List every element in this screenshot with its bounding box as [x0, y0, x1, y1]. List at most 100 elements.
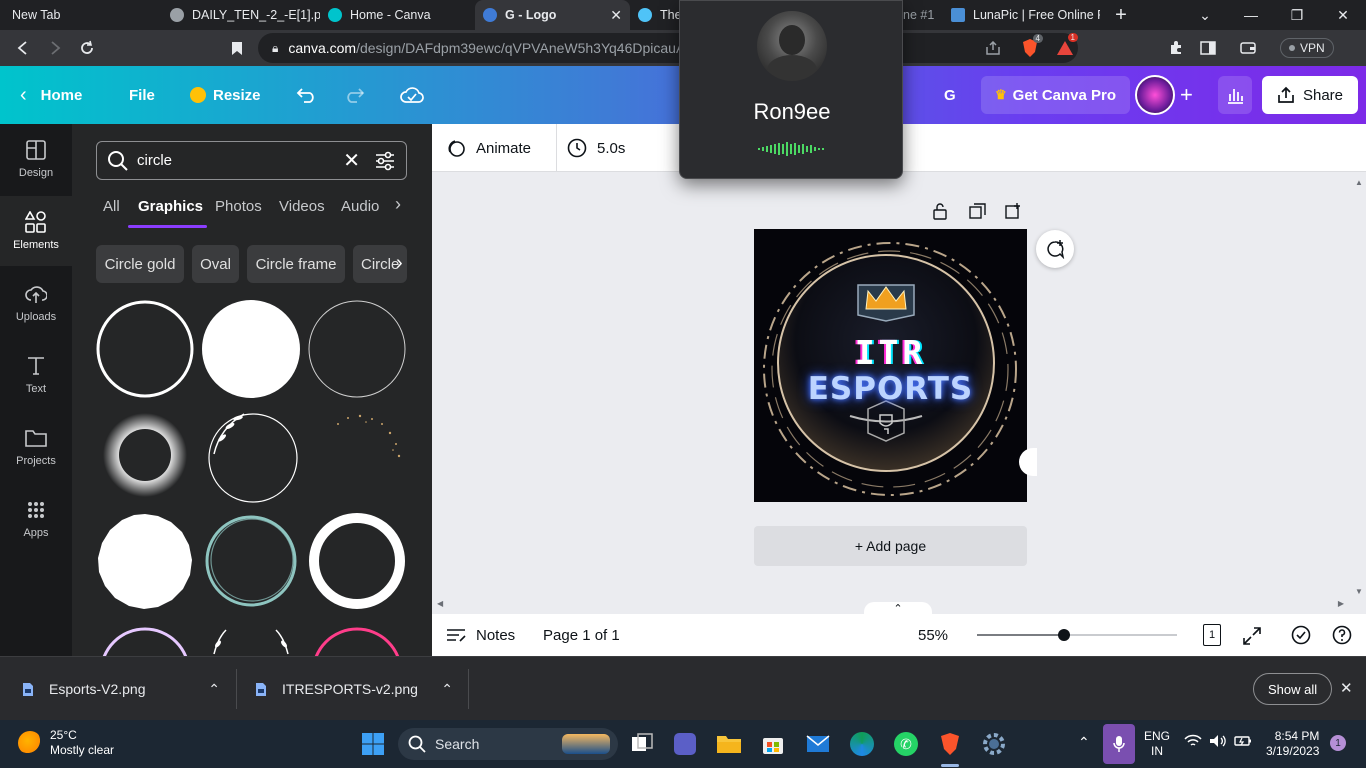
- file-menu[interactable]: File: [129, 66, 155, 124]
- lock-icon[interactable]: [932, 202, 948, 220]
- rail-item-design[interactable]: Design: [0, 124, 72, 194]
- share-button[interactable]: Share: [1262, 76, 1358, 114]
- taskbar-search[interactable]: Search: [398, 728, 618, 760]
- new-tab-button[interactable]: +: [1098, 0, 1144, 30]
- chip-circle-frame[interactable]: Circle frame: [247, 245, 345, 283]
- bookmark-icon[interactable]: [222, 30, 252, 66]
- voice-call-popup[interactable]: Ron9ee: [679, 0, 903, 179]
- vpn-button[interactable]: VPN: [1280, 38, 1334, 58]
- circle-neon-purple-graphic[interactable]: [96, 624, 194, 656]
- rail-item-text[interactable]: Text: [0, 340, 72, 410]
- edge-icon[interactable]: [846, 728, 878, 760]
- back-icon[interactable]: [8, 30, 38, 66]
- add-member-button[interactable]: +: [1180, 66, 1193, 124]
- rail-item-projects[interactable]: Projects: [0, 412, 72, 482]
- tab-lunapic[interactable]: LunaPic | Free Online P: [945, 0, 1100, 30]
- show-all-button[interactable]: Show all: [1253, 673, 1333, 705]
- duplicate-page-icon[interactable]: [969, 203, 986, 220]
- weather-widget[interactable]: 25°C Mostly clear: [18, 728, 114, 758]
- settings-gear-icon[interactable]: [978, 728, 1010, 760]
- reload-icon[interactable]: [72, 30, 102, 66]
- duration-button[interactable]: 5.0s: [567, 124, 625, 172]
- avatar[interactable]: [1135, 75, 1175, 115]
- rail-item-elements[interactable]: Elements: [0, 196, 72, 266]
- url-field[interactable]: 🔒︎ canva.com /design/DAFdpm39ewc/qVPVAne…: [258, 33, 1078, 63]
- battery-icon[interactable]: [1234, 734, 1252, 753]
- download-item[interactable]: Esports-V2.png ⌃: [22, 657, 232, 721]
- store-icon[interactable]: [757, 728, 789, 760]
- circle-teal-brush-graphic[interactable]: [202, 512, 300, 610]
- get-canva-pro-button[interactable]: ♛ Get Canva Pro: [981, 76, 1131, 114]
- home-button[interactable]: ‹ Home: [20, 66, 82, 124]
- zoom-slider[interactable]: [977, 629, 1177, 641]
- circle-sparkle-graphic[interactable]: [308, 406, 406, 504]
- insights-button[interactable]: [1218, 76, 1252, 114]
- tab-canva-home[interactable]: Home - Canva: [320, 0, 475, 30]
- chips-chevron-right-icon[interactable]: ›: [396, 252, 403, 275]
- teams-icon[interactable]: [669, 728, 701, 760]
- windows-start-icon[interactable]: [357, 728, 389, 760]
- check-circle-icon[interactable]: [1291, 625, 1311, 645]
- wallet-icon[interactable]: [1233, 30, 1263, 66]
- page-grid-button[interactable]: 1: [1203, 624, 1221, 646]
- brave-rewards-icon[interactable]: 1: [1050, 30, 1080, 66]
- share-page-icon[interactable]: [978, 30, 1008, 66]
- clear-search-icon[interactable]: ✕: [343, 148, 360, 173]
- animate-button[interactable]: Animate: [446, 124, 531, 172]
- whatsapp-icon[interactable]: ✆: [890, 728, 922, 760]
- brave-shields-icon[interactable]: 4: [1015, 30, 1045, 66]
- circle-neon-pink-graphic[interactable]: [308, 624, 406, 656]
- notification-badge[interactable]: 1: [1330, 735, 1346, 751]
- tab-audio[interactable]: Audio: [341, 198, 379, 215]
- circle-thick-ring-graphic[interactable]: [308, 512, 406, 610]
- cloud-save-button[interactable]: [400, 66, 424, 124]
- close-download-bar-icon[interactable]: ✕: [1340, 679, 1353, 697]
- circle-brush-filled-graphic[interactable]: [96, 512, 194, 610]
- volume-icon[interactable]: [1209, 734, 1227, 753]
- help-icon[interactable]: [1332, 625, 1352, 645]
- tab-new-tab[interactable]: New Tab: [0, 0, 160, 30]
- vertical-scrollbar[interactable]: ▲ ▼: [1352, 176, 1366, 596]
- brave-icon[interactable]: [934, 728, 966, 760]
- download-item[interactable]: ITRESPORTS-v2.png ⌃: [255, 657, 465, 721]
- circle-outline-graphic[interactable]: [96, 300, 194, 398]
- microphone-icon[interactable]: [1103, 724, 1135, 764]
- mail-icon[interactable]: [802, 728, 834, 760]
- undo-button[interactable]: [296, 66, 318, 124]
- tab-photos[interactable]: Photos: [215, 198, 262, 215]
- design-page[interactable]: ITR ESPORTS: [754, 229, 1027, 502]
- tab-graphics[interactable]: Graphics: [138, 198, 203, 215]
- language-indicator[interactable]: ENG IN: [1144, 729, 1170, 759]
- circle-laurel-graphic[interactable]: [202, 624, 300, 656]
- minimize-button[interactable]: —: [1228, 0, 1274, 30]
- tab-videos[interactable]: Videos: [279, 198, 325, 215]
- tab-partial[interactable]: ne #1: [903, 0, 943, 30]
- chevron-up-icon[interactable]: ⌃: [208, 681, 220, 698]
- tab-search-chevron-icon[interactable]: ⌄: [1182, 0, 1228, 30]
- tab-all[interactable]: All: [103, 198, 120, 215]
- filter-icon[interactable]: [374, 150, 396, 172]
- redo-button[interactable]: [343, 66, 365, 124]
- tab-canva-logo[interactable]: G - Logo ✕: [475, 0, 630, 30]
- design-title[interactable]: G: [944, 66, 956, 124]
- rail-item-uploads[interactable]: Uploads: [0, 268, 72, 338]
- task-view-icon[interactable]: [626, 728, 658, 760]
- circle-glow-graphic[interactable]: [96, 406, 194, 504]
- add-comment-button[interactable]: [1036, 230, 1074, 268]
- circle-leaf-graphic[interactable]: [202, 406, 300, 504]
- chip-circle-gold[interactable]: Circle gold: [96, 245, 184, 283]
- wifi-icon[interactable]: [1184, 734, 1202, 751]
- forward-icon[interactable]: [40, 30, 70, 66]
- restore-button[interactable]: ❐: [1274, 0, 1320, 30]
- tab-pdf[interactable]: DAILY_TEN_-2_-E[1].pd: [160, 0, 320, 30]
- chip-oval[interactable]: Oval: [192, 245, 239, 283]
- tray-chevron-up-icon[interactable]: ⌃: [1078, 734, 1090, 751]
- add-page-icon[interactable]: [1005, 202, 1022, 219]
- circle-filled-graphic[interactable]: [202, 300, 300, 398]
- resize-button[interactable]: Resize: [190, 66, 261, 124]
- chevron-right-icon[interactable]: ›: [395, 194, 401, 215]
- extensions-icon[interactable]: [1161, 30, 1191, 66]
- fullscreen-icon[interactable]: [1243, 627, 1261, 645]
- tab-the[interactable]: The: [632, 0, 682, 30]
- sidebar-icon[interactable]: [1193, 30, 1223, 66]
